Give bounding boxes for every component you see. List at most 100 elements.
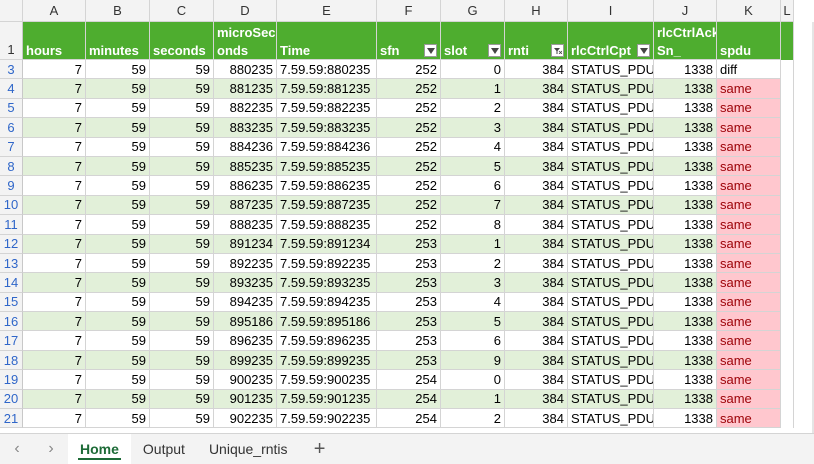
row-number[interactable]: 21: [0, 409, 23, 429]
cell-f[interactable]: 254: [377, 370, 441, 390]
cell-g[interactable]: 9: [441, 350, 505, 371]
cell-i[interactable]: STATUS_PDU: [568, 273, 654, 293]
tab-unique-rntis[interactable]: Unique_rntis: [197, 434, 300, 464]
cell-g[interactable]: 8: [441, 215, 505, 235]
cell-e[interactable]: 7.59.59:884236: [277, 137, 377, 157]
header-rlcctrlcpt[interactable]: rlcCtrlCpt: [568, 22, 654, 60]
cell-c[interactable]: 59: [150, 331, 214, 351]
select-all-corner[interactable]: [0, 0, 23, 22]
header-slot[interactable]: slot: [441, 22, 505, 60]
cell-e[interactable]: 7.59.59:881235: [277, 79, 377, 99]
empty-cell[interactable]: [781, 234, 794, 254]
empty-cell[interactable]: [781, 156, 794, 177]
cell-e[interactable]: 7.59.59:885235: [277, 156, 377, 177]
cell-g[interactable]: 0: [441, 370, 505, 390]
cell-j[interactable]: 1338: [654, 137, 717, 157]
cell-b[interactable]: 59: [86, 98, 150, 119]
column-header-d[interactable]: D: [214, 0, 277, 22]
cell-b[interactable]: 59: [86, 292, 150, 313]
cell-a[interactable]: 7: [23, 253, 86, 274]
cell-d[interactable]: 880235: [214, 60, 277, 80]
cell-a[interactable]: 7: [23, 118, 86, 138]
cell-d[interactable]: 899235: [214, 350, 277, 371]
cell-a[interactable]: 7: [23, 176, 86, 196]
cell-b[interactable]: 59: [86, 273, 150, 293]
column-header-j[interactable]: J: [654, 0, 717, 22]
cell-f[interactable]: 253: [377, 273, 441, 293]
cell-j[interactable]: 1338: [654, 234, 717, 254]
empty-cell[interactable]: [781, 312, 794, 332]
cell-i[interactable]: STATUS_PDU: [568, 253, 654, 274]
cell-d[interactable]: 887235: [214, 195, 277, 216]
header-seconds[interactable]: seconds: [150, 22, 214, 60]
chevron-right-icon[interactable]: ›: [34, 440, 68, 458]
cell-k[interactable]: same: [717, 176, 781, 196]
cell-a[interactable]: 7: [23, 98, 86, 119]
cell-f[interactable]: 252: [377, 118, 441, 138]
cell-h[interactable]: 384: [505, 118, 568, 138]
cell-g[interactable]: 1: [441, 389, 505, 410]
cell-j[interactable]: 1338: [654, 156, 717, 177]
cell-a[interactable]: 7: [23, 312, 86, 332]
cell-f[interactable]: 252: [377, 60, 441, 80]
cell-f[interactable]: 253: [377, 350, 441, 371]
row-number[interactable]: 15: [0, 292, 23, 313]
cell-g[interactable]: 2: [441, 253, 505, 274]
cell-c[interactable]: 59: [150, 312, 214, 332]
cell-f[interactable]: 252: [377, 156, 441, 177]
cell-d[interactable]: 891234: [214, 234, 277, 254]
cell-e[interactable]: 7.59.59:882235: [277, 98, 377, 119]
row-number[interactable]: 4: [0, 79, 23, 99]
cell-g[interactable]: 6: [441, 331, 505, 351]
cell-b[interactable]: 59: [86, 253, 150, 274]
row-number[interactable]: 10: [0, 195, 23, 216]
cell-k[interactable]: diff: [717, 60, 781, 80]
cell-k[interactable]: same: [717, 195, 781, 216]
column-header-l[interactable]: L: [781, 0, 794, 22]
cell-i[interactable]: STATUS_PDU: [568, 331, 654, 351]
cell-g[interactable]: 7: [441, 195, 505, 216]
cell-c[interactable]: 59: [150, 370, 214, 390]
chevron-left-icon[interactable]: ‹: [0, 440, 34, 458]
cell-i[interactable]: STATUS_PDU: [568, 389, 654, 410]
cell-b[interactable]: 59: [86, 389, 150, 410]
empty-cell[interactable]: [781, 409, 794, 429]
cell-b[interactable]: 59: [86, 370, 150, 390]
cell-f[interactable]: 252: [377, 195, 441, 216]
cell-j[interactable]: 1338: [654, 409, 717, 429]
filter-applied-icon[interactable]: [551, 44, 564, 57]
cell-b[interactable]: 59: [86, 215, 150, 235]
cell-e[interactable]: 7.59.59:886235: [277, 176, 377, 196]
cell-g[interactable]: 1: [441, 234, 505, 254]
cell-j[interactable]: 1338: [654, 292, 717, 313]
cell-b[interactable]: 59: [86, 312, 150, 332]
cell-b[interactable]: 59: [86, 118, 150, 138]
cell-c[interactable]: 59: [150, 409, 214, 429]
add-sheet-button[interactable]: +: [300, 438, 340, 461]
cell-i[interactable]: STATUS_PDU: [568, 292, 654, 313]
cell-c[interactable]: 59: [150, 176, 214, 196]
filter-dropdown-icon[interactable]: [488, 44, 501, 57]
cell-k[interactable]: same: [717, 253, 781, 274]
cell-g[interactable]: 4: [441, 292, 505, 313]
cell-g[interactable]: 5: [441, 156, 505, 177]
cell-e[interactable]: 7.59.59:900235: [277, 370, 377, 390]
empty-cell[interactable]: [781, 60, 794, 80]
cell-d[interactable]: 895186: [214, 312, 277, 332]
cell-b[interactable]: 59: [86, 234, 150, 254]
row-number[interactable]: 9: [0, 176, 23, 196]
cell-c[interactable]: 59: [150, 195, 214, 216]
column-header-e[interactable]: E: [277, 0, 377, 22]
cell-k[interactable]: same: [717, 234, 781, 254]
cell-a[interactable]: 7: [23, 389, 86, 410]
cell-j[interactable]: 1338: [654, 60, 717, 80]
cell-e[interactable]: 7.59.59:891234: [277, 234, 377, 254]
cell-c[interactable]: 59: [150, 79, 214, 99]
cell-e[interactable]: 7.59.59:896235: [277, 331, 377, 351]
cell-i[interactable]: STATUS_PDU: [568, 350, 654, 371]
cell-a[interactable]: 7: [23, 370, 86, 390]
empty-cell[interactable]: [781, 79, 794, 99]
cell-f[interactable]: 253: [377, 234, 441, 254]
cell-e[interactable]: 7.59.59:880235: [277, 60, 377, 80]
cell-c[interactable]: 59: [150, 273, 214, 293]
